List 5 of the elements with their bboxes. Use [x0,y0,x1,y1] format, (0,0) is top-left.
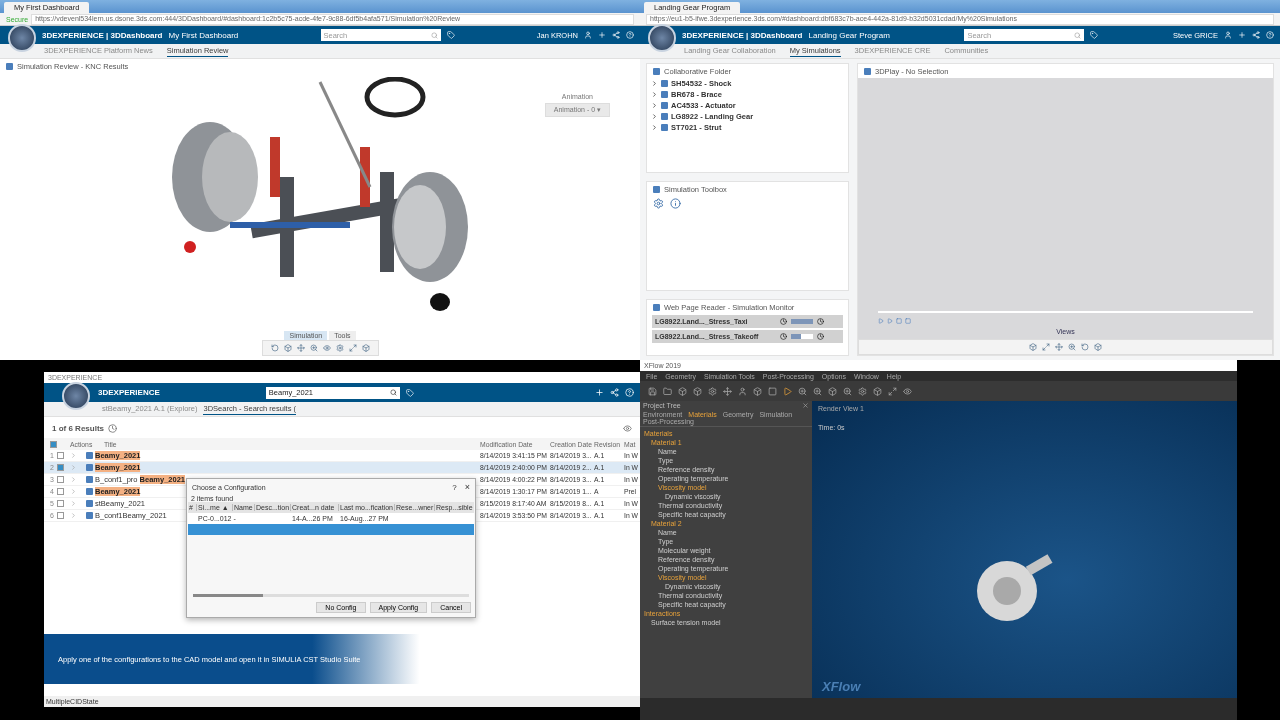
xflow-logo: XFlow [822,679,861,694]
results-count: 1 of 6 Results [52,424,104,433]
brand-title: 3DEXPERIENCE | 3DDashboard [42,30,163,40]
brand-title: 3DEXPERIENCE | 3DDashboard [682,30,803,40]
brand-title: 3DEXPERIENCE [98,388,160,397]
